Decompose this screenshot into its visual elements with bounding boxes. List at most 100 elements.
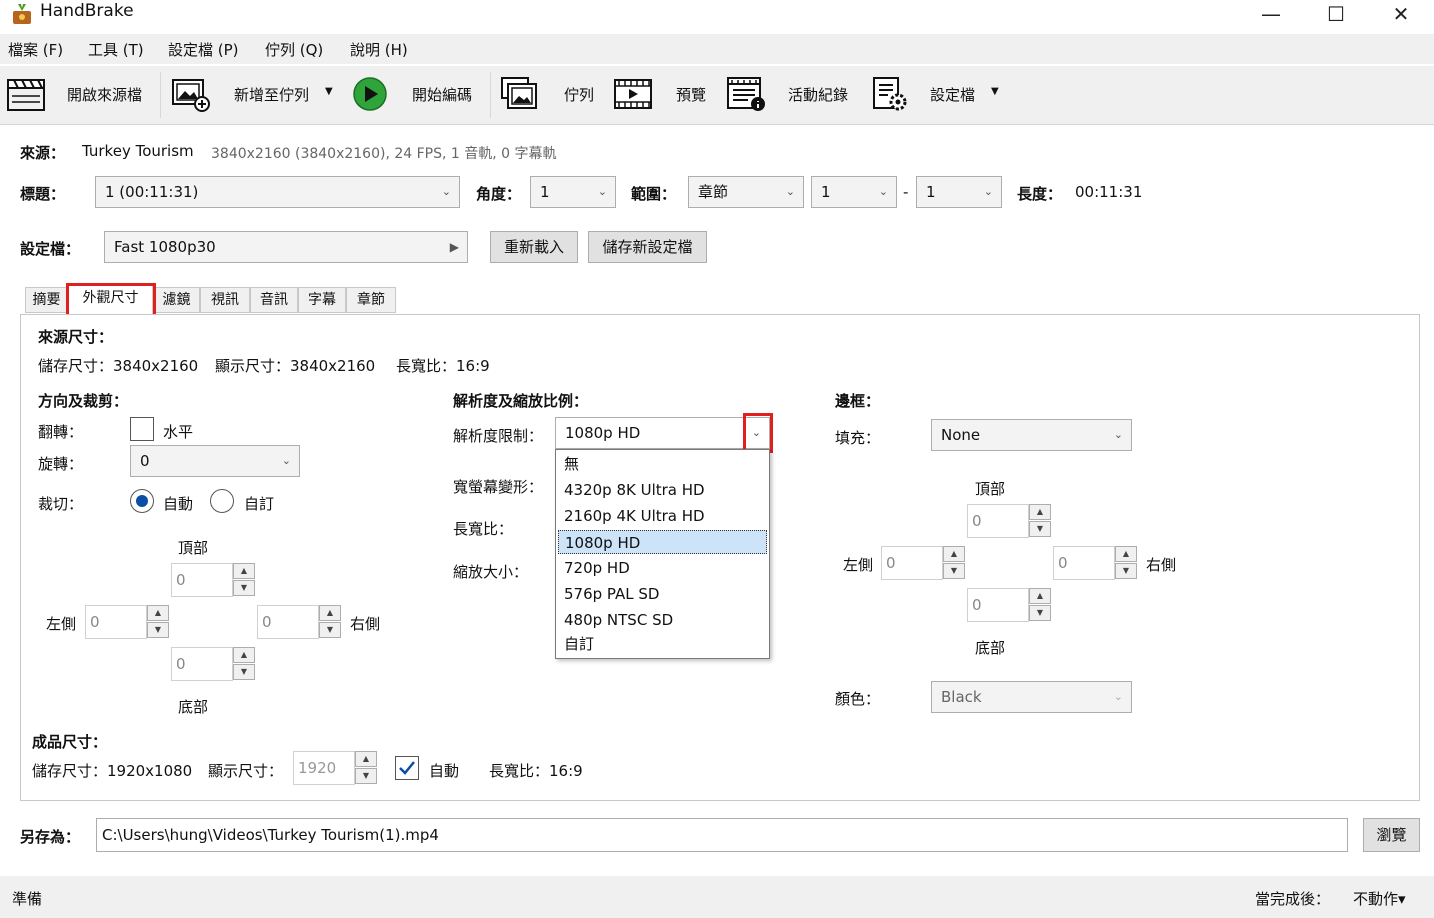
output-display-input[interactable]: 1920 [293,751,355,785]
checkmark-icon [399,761,415,775]
crop-right-input[interactable]: 0 [257,605,319,639]
spinner-down-icon[interactable]: ▼ [319,622,341,638]
spinner-down-icon[interactable]: ▼ [943,563,965,579]
range-end-select[interactable]: 1 ⌄ [916,176,1002,208]
border-bottom-spinner[interactable]: 0 ▲ ▼ [967,588,1053,622]
menu-file[interactable]: 檔案 (F) [8,39,63,60]
dropdown-option-576p[interactable]: 576p PAL SD [558,582,767,606]
menu-help[interactable]: 說明 (H) [350,39,408,60]
dropdown-option-480p[interactable]: 480p NTSC SD [558,608,767,632]
add-image-icon[interactable] [170,76,210,112]
tab-summary[interactable]: 摘要 [25,287,68,313]
browse-button[interactable]: 瀏覽 [1363,818,1420,852]
tab-video[interactable]: 視訊 [200,287,250,313]
flip-horizontal-checkbox[interactable] [130,417,154,441]
film-clapper-icon[interactable] [6,76,46,112]
border-top-input[interactable]: 0 [967,504,1029,538]
preset-select[interactable]: Fast 1080p30 ▶ [104,231,468,263]
add-to-queue-button[interactable]: 新增至佇列 [234,84,309,105]
border-left-input[interactable]: 0 [881,546,943,580]
color-select[interactable]: Black ⌄ [931,681,1132,713]
presets-gear-icon[interactable] [870,76,910,112]
tab-subtitles[interactable]: 字幕 [298,287,346,313]
border-right-spinner[interactable]: 0 ▲ ▼ [1053,546,1139,580]
title-select[interactable]: 1 (00:11:31) ⌄ [95,176,460,208]
tab-filters[interactable]: 濾鏡 [153,287,200,313]
tab-dimensions[interactable]: 外觀尺寸 [68,285,153,315]
resolution-limit-select[interactable]: 1080p HD ⌄ [555,417,770,449]
dropdown-option-custom[interactable]: 自訂 [558,632,767,656]
border-top-spinner[interactable]: 0 ▲ ▼ [967,504,1053,538]
crop-top-input[interactable]: 0 [171,563,233,597]
spinner-up-icon[interactable]: ▲ [355,751,377,767]
menu-queue[interactable]: 佇列 (Q) [265,39,323,60]
spinner-down-icon[interactable]: ▼ [233,664,255,680]
spinner-up-icon[interactable]: ▲ [1029,504,1051,520]
close-button[interactable]: ✕ [1378,0,1424,28]
dropdown-option-720p[interactable]: 720p HD [558,556,767,580]
when-done-label: 當完成後： [1255,890,1331,908]
spinner-down-icon[interactable]: ▼ [147,622,169,638]
tab-chapters[interactable]: 章節 [346,287,396,313]
spinner-up-icon[interactable]: ▲ [319,605,341,621]
queue-button[interactable]: 佇列 [564,84,594,105]
spinner-up-icon[interactable]: ▲ [233,647,255,663]
dropdown-option-2160p[interactable]: 2160p 4K Ultra HD [558,504,767,528]
output-auto-checkbox[interactable] [395,756,419,780]
maximize-button[interactable]: ☐ [1313,0,1359,28]
crop-top-spinner[interactable]: 0 ▲ ▼ [171,563,257,597]
orientation-title: 方向及裁剪： [38,392,129,410]
range-type-select[interactable]: 章節 ⌄ [688,176,804,208]
color-select-value: Black [941,688,982,706]
border-left-spinner[interactable]: 0 ▲ ▼ [881,546,967,580]
crop-bottom-spinner[interactable]: 0 ▲ ▼ [171,647,257,681]
when-done-select[interactable]: 不動作▾ [1353,888,1406,909]
chevron-down-icon[interactable]: ⌄ [752,418,761,448]
crop-bottom-input[interactable]: 0 [171,647,233,681]
menu-presets[interactable]: 設定檔 (P) [168,39,239,60]
activity-log-button[interactable]: 活動紀錄 [788,84,848,105]
dropdown-option-none[interactable]: 無 [558,452,767,476]
spinner-down-icon[interactable]: ▼ [1115,563,1137,579]
preview-button[interactable]: 預覽 [676,84,706,105]
dropdown-option-1080p[interactable]: 1080p HD [558,530,767,554]
minimize-button[interactable]: — [1248,0,1294,28]
dropdown-option-4320p[interactable]: 4320p 8K Ultra HD [558,478,767,502]
spinner-down-icon[interactable]: ▼ [355,768,377,784]
film-strip-play-icon[interactable] [613,76,653,112]
queue-images-icon[interactable] [500,76,540,112]
presets-button[interactable]: 設定檔 [930,84,975,105]
spinner-up-icon[interactable]: ▲ [147,605,169,621]
crop-left-input[interactable]: 0 [85,605,147,639]
spinner-down-icon[interactable]: ▼ [1029,605,1051,621]
fill-select[interactable]: None ⌄ [931,419,1132,451]
spinner-up-icon[interactable]: ▲ [943,546,965,562]
rotate-select[interactable]: 0 ⌄ [130,445,300,477]
crop-auto-radio[interactable] [130,489,154,513]
border-right-input[interactable]: 0 [1053,546,1115,580]
tab-audio[interactable]: 音訊 [250,287,298,313]
border-bottom-input[interactable]: 0 [967,588,1029,622]
start-encode-button[interactable]: 開始編碼 [412,84,472,105]
presets-dropdown-icon[interactable]: ▼ [991,86,999,97]
activity-log-icon[interactable] [726,76,766,112]
save-new-preset-button[interactable]: 儲存新設定檔 [588,231,707,263]
save-path-input[interactable]: C:\Users\hung\Videos\Turkey Tourism(1).m… [96,818,1348,852]
open-source-button[interactable]: 開啟來源檔 [67,84,142,105]
crop-left-spinner[interactable]: 0 ▲ ▼ [85,605,171,639]
play-icon[interactable] [350,76,390,112]
reload-preset-button[interactable]: 重新載入 [490,231,578,263]
spinner-down-icon[interactable]: ▼ [1029,521,1051,537]
spinner-up-icon[interactable]: ▲ [233,563,255,579]
spinner-down-icon[interactable]: ▼ [233,580,255,596]
add-queue-dropdown-icon[interactable]: ▼ [325,86,333,97]
crop-custom-radio[interactable] [210,489,234,513]
spinner-up-icon[interactable]: ▲ [1115,546,1137,562]
aspect-label: 長寬比： [453,520,514,538]
spinner-up-icon[interactable]: ▲ [1029,588,1051,604]
crop-right-spinner[interactable]: 0 ▲ ▼ [257,605,343,639]
angle-select[interactable]: 1 ⌄ [530,176,616,208]
menu-tools[interactable]: 工具 (T) [88,39,144,60]
output-display-spinner[interactable]: 1920 ▲ ▼ [293,751,383,785]
range-start-select[interactable]: 1 ⌄ [811,176,897,208]
